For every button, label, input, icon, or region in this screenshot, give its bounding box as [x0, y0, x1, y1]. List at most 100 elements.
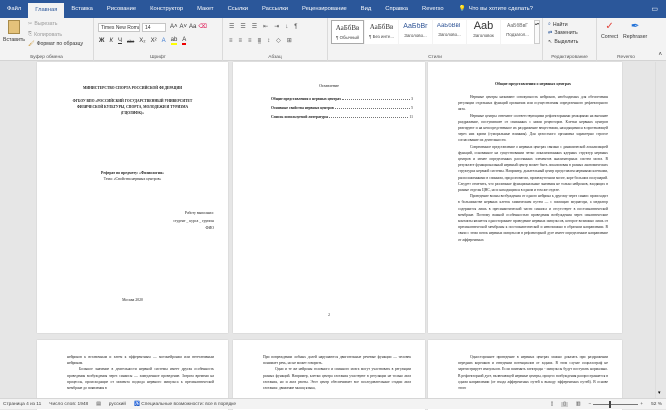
- font-label: Шрифт: [150, 55, 166, 60]
- tab-view[interactable]: Вид: [354, 0, 379, 18]
- line-spacing-icon[interactable]: ↕: [267, 38, 270, 44]
- numbering-icon[interactable]: ☰: [240, 23, 245, 30]
- align-controls: ≡ ≡ ≡ ≡ ↕ ◇ ⊞: [229, 37, 292, 44]
- font-color-icon[interactable]: A: [182, 37, 187, 45]
- zoom-slider[interactable]: − +: [588, 400, 643, 408]
- zoom-level[interactable]: 52 %: [651, 402, 662, 407]
- find-button[interactable]: ⌕ Найти: [548, 21, 568, 28]
- cut-button[interactable]: ✂ Вырезать: [28, 21, 57, 27]
- text-effects-icon[interactable]: A: [162, 38, 166, 44]
- comments-icon[interactable]: ▭: [651, 5, 658, 13]
- increase-indent-icon[interactable]: ⇥: [274, 23, 279, 30]
- paragraph: Нервные центры называют совокупность ней…: [458, 95, 608, 112]
- toc-item[interactable]: Список используемой литературы 11: [271, 115, 413, 119]
- copy-icon: ⎘: [28, 31, 33, 37]
- fio-text: ФИО: [205, 226, 214, 230]
- page-number: 2: [328, 313, 330, 317]
- ribbon-tabs: Файл Главная Вставка Рисование Конструкт…: [0, 0, 666, 18]
- toc-item[interactable]: Общие представления о нервных центрах 3: [271, 97, 413, 101]
- student-text: студент _ курса _ группы: [173, 219, 214, 223]
- align-right-icon[interactable]: ≡: [248, 38, 252, 44]
- tab-home[interactable]: Главная: [28, 3, 65, 18]
- toc-title: Оглавление: [319, 83, 339, 88]
- paragraph: нейронов к вставочным и затем к эфферент…: [67, 355, 214, 366]
- subscript-button[interactable]: X₂: [139, 38, 145, 44]
- style-title[interactable]: Aab Заголовок: [467, 20, 500, 44]
- paragraph: Проведение волны возбуждения от одного н…: [458, 194, 608, 242]
- vertical-scrollbar[interactable]: ▾: [655, 62, 666, 398]
- tab-design[interactable]: Конструктор: [143, 0, 190, 18]
- tab-review[interactable]: Рецензирование: [295, 0, 354, 18]
- tab-draw[interactable]: Рисование: [100, 0, 143, 18]
- tab-file[interactable]: Файл: [0, 0, 28, 18]
- collapse-ribbon-icon[interactable]: ˄: [658, 52, 662, 58]
- copy-button[interactable]: ⎘ Копировать: [28, 31, 62, 38]
- tab-help[interactable]: Справка: [378, 0, 415, 18]
- rephraser-button[interactable]: ✒ Rephraser: [623, 21, 647, 40]
- tab-reverso[interactable]: Reverso: [415, 0, 451, 18]
- shrink-font-icon[interactable]: A˅: [180, 24, 188, 30]
- toc-item[interactable]: Основные свойства нервных центров 5: [271, 106, 413, 110]
- superscript-button[interactable]: X²: [151, 38, 157, 44]
- author-label: Работу выполнил:: [184, 211, 214, 215]
- font-group: Times New Roman 14 A˄ A˅ Aa ⌫ Ж К Ч abc X₂ …: [94, 18, 223, 61]
- tell-me-search[interactable]: 💡 Что вы хотите сделать?: [459, 6, 533, 12]
- proofing-icon[interactable]: ▤: [96, 402, 101, 407]
- decrease-indent-icon[interactable]: ⇤: [263, 23, 268, 30]
- strikethrough-button[interactable]: abc: [127, 39, 134, 44]
- select-button[interactable]: ↖ Выделить: [548, 39, 578, 45]
- align-center-icon[interactable]: ≡: [239, 38, 243, 44]
- lightbulb-icon: 💡: [458, 6, 466, 12]
- read-mode-icon[interactable]: ▯: [551, 402, 554, 407]
- university-text: ФГБОУ ВПО «РОССИЙСКИЙ ГОСУДАРСТВЕННЫЙ УН…: [72, 99, 193, 115]
- tab-layout[interactable]: Макет: [190, 0, 220, 18]
- sort-icon[interactable]: ↓: [285, 24, 288, 30]
- font-size-select[interactable]: 14: [142, 23, 166, 32]
- change-case-button[interactable]: Aa: [189, 24, 196, 30]
- clipboard-icon: [8, 20, 20, 34]
- bold-button[interactable]: Ж: [99, 38, 104, 44]
- style-subtitle[interactable]: АаБбВвГ Подзагол...: [501, 20, 534, 44]
- clear-format-icon[interactable]: ⌫: [198, 23, 206, 30]
- tell-me-text: Что вы хотите сделать?: [468, 6, 533, 12]
- style-no-spacing[interactable]: АаБбВв ¶ Без инте...: [365, 20, 398, 44]
- paste-button[interactable]: Вставить: [3, 20, 25, 43]
- web-layout-icon[interactable]: ▥: [576, 402, 581, 407]
- search-icon: ⌕: [548, 21, 551, 27]
- bullets-icon[interactable]: ☰: [229, 23, 234, 30]
- styles-scroll[interactable]: ▴▾: [534, 20, 540, 44]
- font-name-select[interactable]: Times New Roman: [98, 23, 140, 32]
- italic-button[interactable]: К: [109, 38, 113, 44]
- grow-font-icon[interactable]: A˄: [170, 24, 178, 30]
- toc-list: Общие представления о нервных центрах 3 О…: [271, 97, 413, 119]
- underline-button[interactable]: Ч: [118, 38, 122, 44]
- multilevel-icon[interactable]: ☰: [252, 23, 257, 30]
- style-normal[interactable]: АаБбВв ¶ Обычный: [331, 20, 364, 44]
- accessibility-status[interactable]: ♿ Специальные возможности: все в порядке: [134, 402, 236, 407]
- page-count[interactable]: Страница 4 из 11: [3, 402, 41, 407]
- align-left-icon[interactable]: ≡: [229, 38, 233, 44]
- highlight-icon[interactable]: ab: [170, 37, 178, 45]
- justify-icon[interactable]: ≡: [257, 37, 262, 44]
- tab-mailings[interactable]: Рассылки: [255, 0, 295, 18]
- city-year: Москва 2020: [122, 298, 143, 302]
- print-layout-icon[interactable]: ▯: [561, 401, 568, 407]
- replace-button[interactable]: ⇄ Заменить: [548, 30, 578, 36]
- tab-references[interactable]: Ссылки: [221, 0, 255, 18]
- page-title: МИНИСТЕРСТВО СПОРТА РОССИЙСКОЙ ФЕДЕРАЦИИ…: [37, 62, 228, 333]
- correct-button[interactable]: ✓ Correct: [601, 21, 618, 40]
- tab-insert[interactable]: Вставка: [64, 0, 100, 18]
- style-heading1[interactable]: АаБбВг Заголово...: [399, 20, 432, 44]
- format-painter-button[interactable]: 🖌 Формат по образцу: [28, 41, 83, 47]
- borders-icon[interactable]: ⊞: [287, 37, 292, 44]
- styles-label: Стили: [428, 55, 442, 60]
- pilcrow-icon[interactable]: ¶: [294, 24, 297, 30]
- style-heading2[interactable]: АаБбВвГ Заголово...: [433, 20, 466, 44]
- shading-icon[interactable]: ◇: [276, 37, 281, 44]
- word-count[interactable]: Число слов: 1948: [49, 402, 88, 407]
- brush-icon: 🖌: [28, 41, 35, 47]
- scroll-down-icon[interactable]: ▾: [658, 390, 661, 396]
- language[interactable]: русский: [109, 402, 126, 407]
- paragraph: Современное представление о нервных цент…: [458, 144, 608, 193]
- cursor-icon: ↖: [548, 39, 553, 45]
